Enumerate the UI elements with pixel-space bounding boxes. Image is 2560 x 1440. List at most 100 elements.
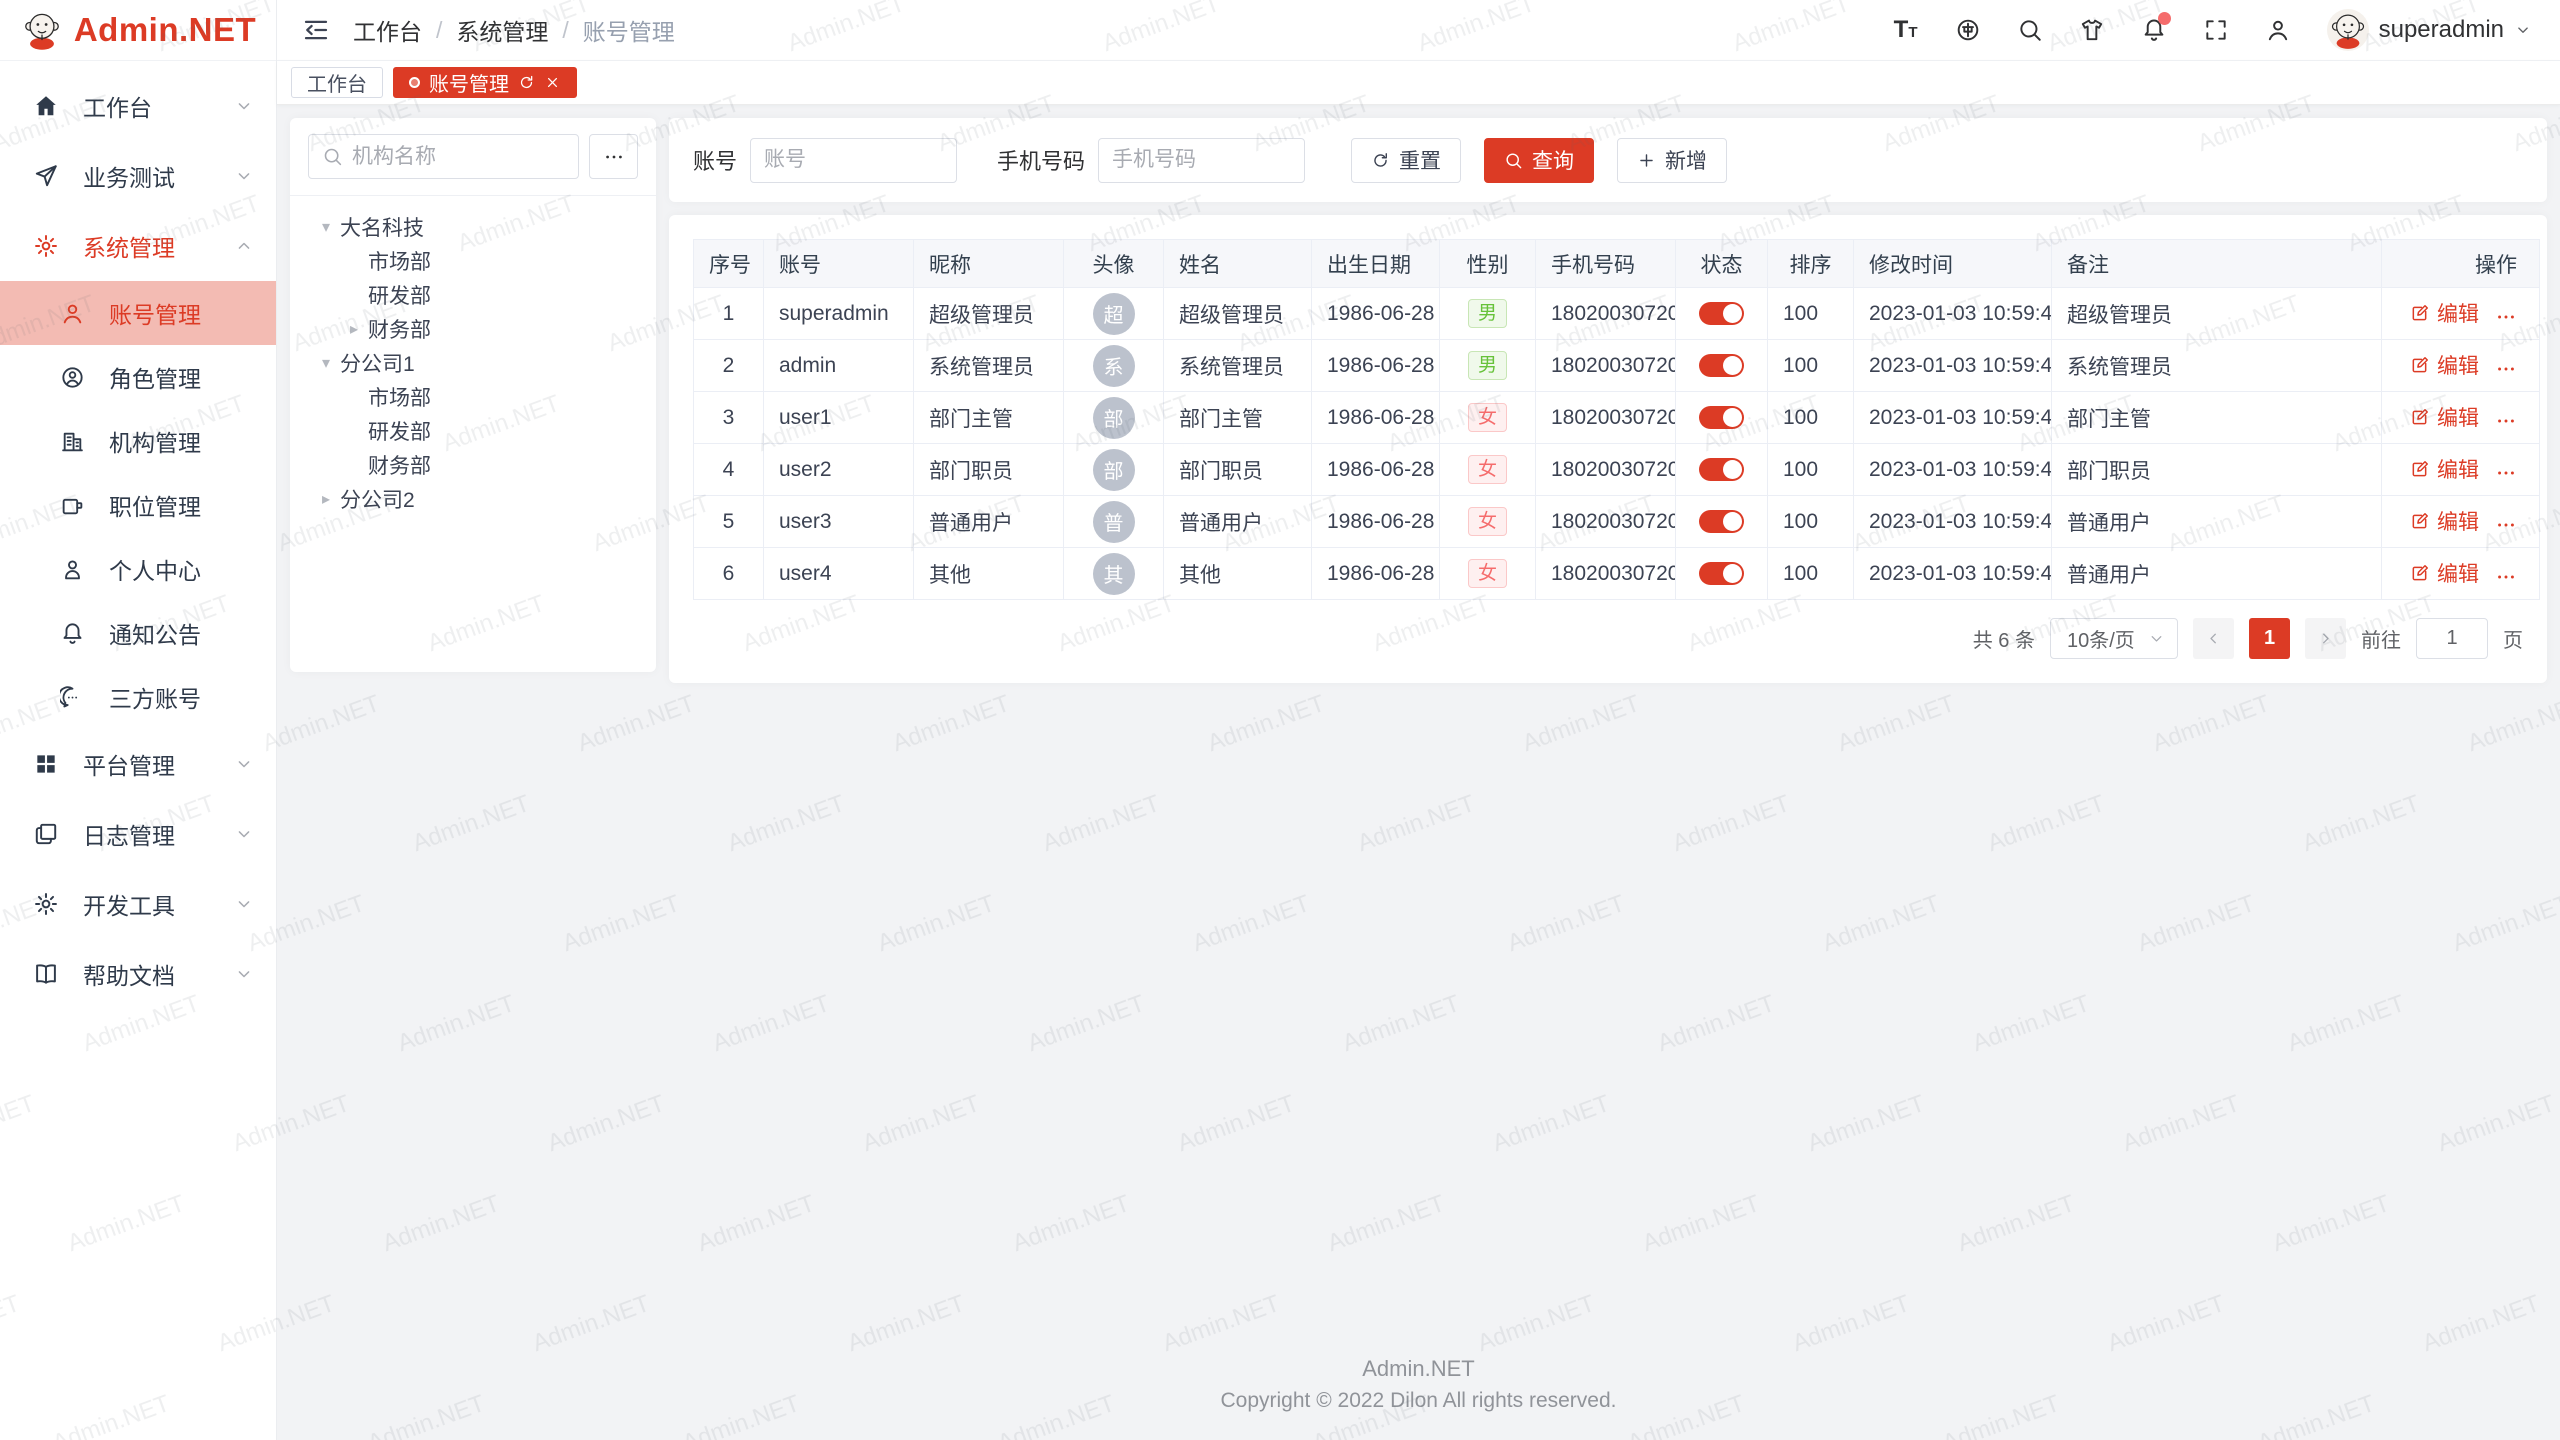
cell-sort: 100 [1768, 496, 1854, 548]
prev-page-button[interactable] [2193, 618, 2234, 659]
cell-sort: 100 [1768, 548, 1854, 600]
page-number-button[interactable]: 1 [2249, 618, 2290, 659]
next-page-button[interactable] [2305, 618, 2346, 659]
tab-0[interactable]: 工作台 [291, 67, 383, 98]
accounts-table: 序号账号昵称头像姓名出生日期性别手机号码状态排序修改时间备注操作 1supera… [693, 239, 2540, 600]
status-toggle[interactable] [1699, 458, 1744, 481]
tree-node-7[interactable]: 财务部 [308, 448, 638, 482]
gear-icon [33, 233, 59, 259]
logo[interactable]: Admin.NET [0, 0, 276, 61]
caret-closed-icon[interactable]: ▸ [312, 489, 340, 509]
sidebar-item-label: 日志管理 [83, 817, 175, 851]
cell-modified: 2023-01-03 10:59:44 [1854, 496, 2052, 548]
header-font-size-button[interactable]: TT [1893, 17, 1919, 43]
sidebar-subitem-2-1[interactable]: 角色管理 [0, 345, 276, 409]
header-language-button[interactable] [1955, 17, 1981, 43]
sidebar-subitem-label: 个人中心 [109, 552, 201, 586]
tree-node-1[interactable]: 市场部 [308, 244, 638, 278]
account-input[interactable] [750, 138, 957, 183]
tree-node-label: 分公司2 [340, 484, 415, 514]
header-notification-button[interactable] [2141, 17, 2167, 43]
caret-open-icon[interactable]: ▾ [312, 353, 340, 373]
breadcrumb-item[interactable]: 系统管理 [456, 13, 548, 47]
status-toggle[interactable] [1699, 562, 1744, 585]
row-more-button[interactable] [2495, 358, 2517, 380]
caret-open-icon[interactable]: ▾ [312, 217, 340, 237]
cell-name: 部门主管 [1164, 392, 1312, 444]
header-theme-button[interactable] [2079, 17, 2105, 43]
sidebar-item-1[interactable]: 业务测试 [0, 141, 276, 211]
cell-name: 其他 [1164, 548, 1312, 600]
search-button[interactable]: 查询 [1484, 138, 1594, 183]
edit-button[interactable]: 编辑 [2410, 506, 2479, 536]
sidebar-item-3[interactable]: 平台管理 [0, 729, 276, 799]
cell-account: user2 [764, 444, 914, 496]
tab-close-icon [544, 74, 561, 91]
sidebar-item-label: 平台管理 [83, 747, 175, 781]
cell-birthday: 1986-06-28 [1312, 288, 1440, 340]
status-toggle[interactable] [1699, 510, 1744, 533]
edit-button[interactable]: 编辑 [2410, 402, 2479, 432]
cell-remark: 普通用户 [2052, 548, 2382, 600]
org-search-input[interactable] [352, 145, 565, 169]
tree-more-button[interactable] [589, 134, 638, 179]
sidebar-subitem-2-0[interactable]: 账号管理 [0, 281, 276, 345]
sidebar-item-2[interactable]: 系统管理 [0, 211, 276, 281]
tab-1[interactable]: 账号管理 [393, 67, 577, 98]
edit-button[interactable]: 编辑 [2410, 454, 2479, 484]
status-toggle[interactable] [1699, 406, 1744, 429]
cell-index: 6 [694, 548, 764, 600]
sidebar-subitem-2-2[interactable]: 机构管理 [0, 409, 276, 473]
tree-node-5[interactable]: 市场部 [308, 380, 638, 414]
row-more-button[interactable] [2495, 306, 2517, 328]
tree-node-label: 财务部 [368, 314, 431, 344]
sidebar-subitem-2-6[interactable]: 三方账号 [0, 665, 276, 729]
tree-node-6[interactable]: 研发部 [308, 414, 638, 448]
sidebar-subitem-label: 职位管理 [109, 488, 201, 522]
row-more-button[interactable] [2495, 410, 2517, 432]
tree-node-8[interactable]: ▸分公司2 [308, 482, 638, 516]
goto-page-input[interactable] [2416, 618, 2488, 659]
sidebar-item-0[interactable]: 工作台 [0, 71, 276, 141]
org-tree: ▾大名科技市场部研发部▸财务部▾分公司1市场部研发部财务部▸分公司2 [308, 210, 638, 516]
phone-input[interactable] [1098, 138, 1305, 183]
edit-button[interactable]: 编辑 [2410, 350, 2479, 380]
header-user-button[interactable] [2265, 17, 2291, 43]
page-size-select[interactable]: 10条/页 [2050, 618, 2178, 659]
tree-node-2[interactable]: 研发部 [308, 278, 638, 312]
sidebar-subitem-label: 通知公告 [109, 616, 201, 650]
sidebar-item-4[interactable]: 日志管理 [0, 799, 276, 869]
sidebar-subitem-2-3[interactable]: 职位管理 [0, 473, 276, 537]
tree-node-4[interactable]: ▾分公司1 [308, 346, 638, 380]
edit-icon [2410, 355, 2430, 375]
edit-button[interactable]: 编辑 [2410, 558, 2479, 588]
row-more-button[interactable] [2495, 462, 2517, 484]
cell-index: 1 [694, 288, 764, 340]
cell-nickname: 部门职员 [914, 444, 1064, 496]
sidebar-subitem-2-4[interactable]: 个人中心 [0, 537, 276, 601]
gender-tag: 男 [1468, 351, 1507, 380]
row-more-button[interactable] [2495, 566, 2517, 588]
user-menu[interactable]: superadmin [2327, 9, 2532, 51]
sidebar-item-5[interactable]: 开发工具 [0, 869, 276, 939]
collapse-sidebar-icon[interactable] [301, 15, 331, 45]
reset-button[interactable]: 重置 [1351, 138, 1461, 183]
edit-icon [2410, 303, 2430, 323]
header-fullscreen-button[interactable] [2203, 17, 2229, 43]
sidebar-subitem-2-5[interactable]: 通知公告 [0, 601, 276, 665]
edit-button[interactable]: 编辑 [2410, 298, 2479, 328]
chevron-down-icon [234, 754, 254, 774]
status-toggle[interactable] [1699, 354, 1744, 377]
status-toggle[interactable] [1699, 302, 1744, 325]
header-search-button[interactable] [2017, 17, 2043, 43]
sidebar-item-6[interactable]: 帮助文档 [0, 939, 276, 1009]
caret-closed-icon[interactable]: ▸ [340, 319, 368, 339]
row-more-button[interactable] [2495, 514, 2517, 536]
breadcrumb-item[interactable]: 工作台 [353, 13, 422, 47]
font-size-icon: TT [1894, 18, 1918, 42]
cell-index: 2 [694, 340, 764, 392]
footer: Admin.NET Copyright © 2022 Dilon All rig… [290, 1356, 2547, 1427]
tree-node-0[interactable]: ▾大名科技 [308, 210, 638, 244]
tree-node-3[interactable]: ▸财务部 [308, 312, 638, 346]
add-button[interactable]: 新增 [1617, 138, 1727, 183]
